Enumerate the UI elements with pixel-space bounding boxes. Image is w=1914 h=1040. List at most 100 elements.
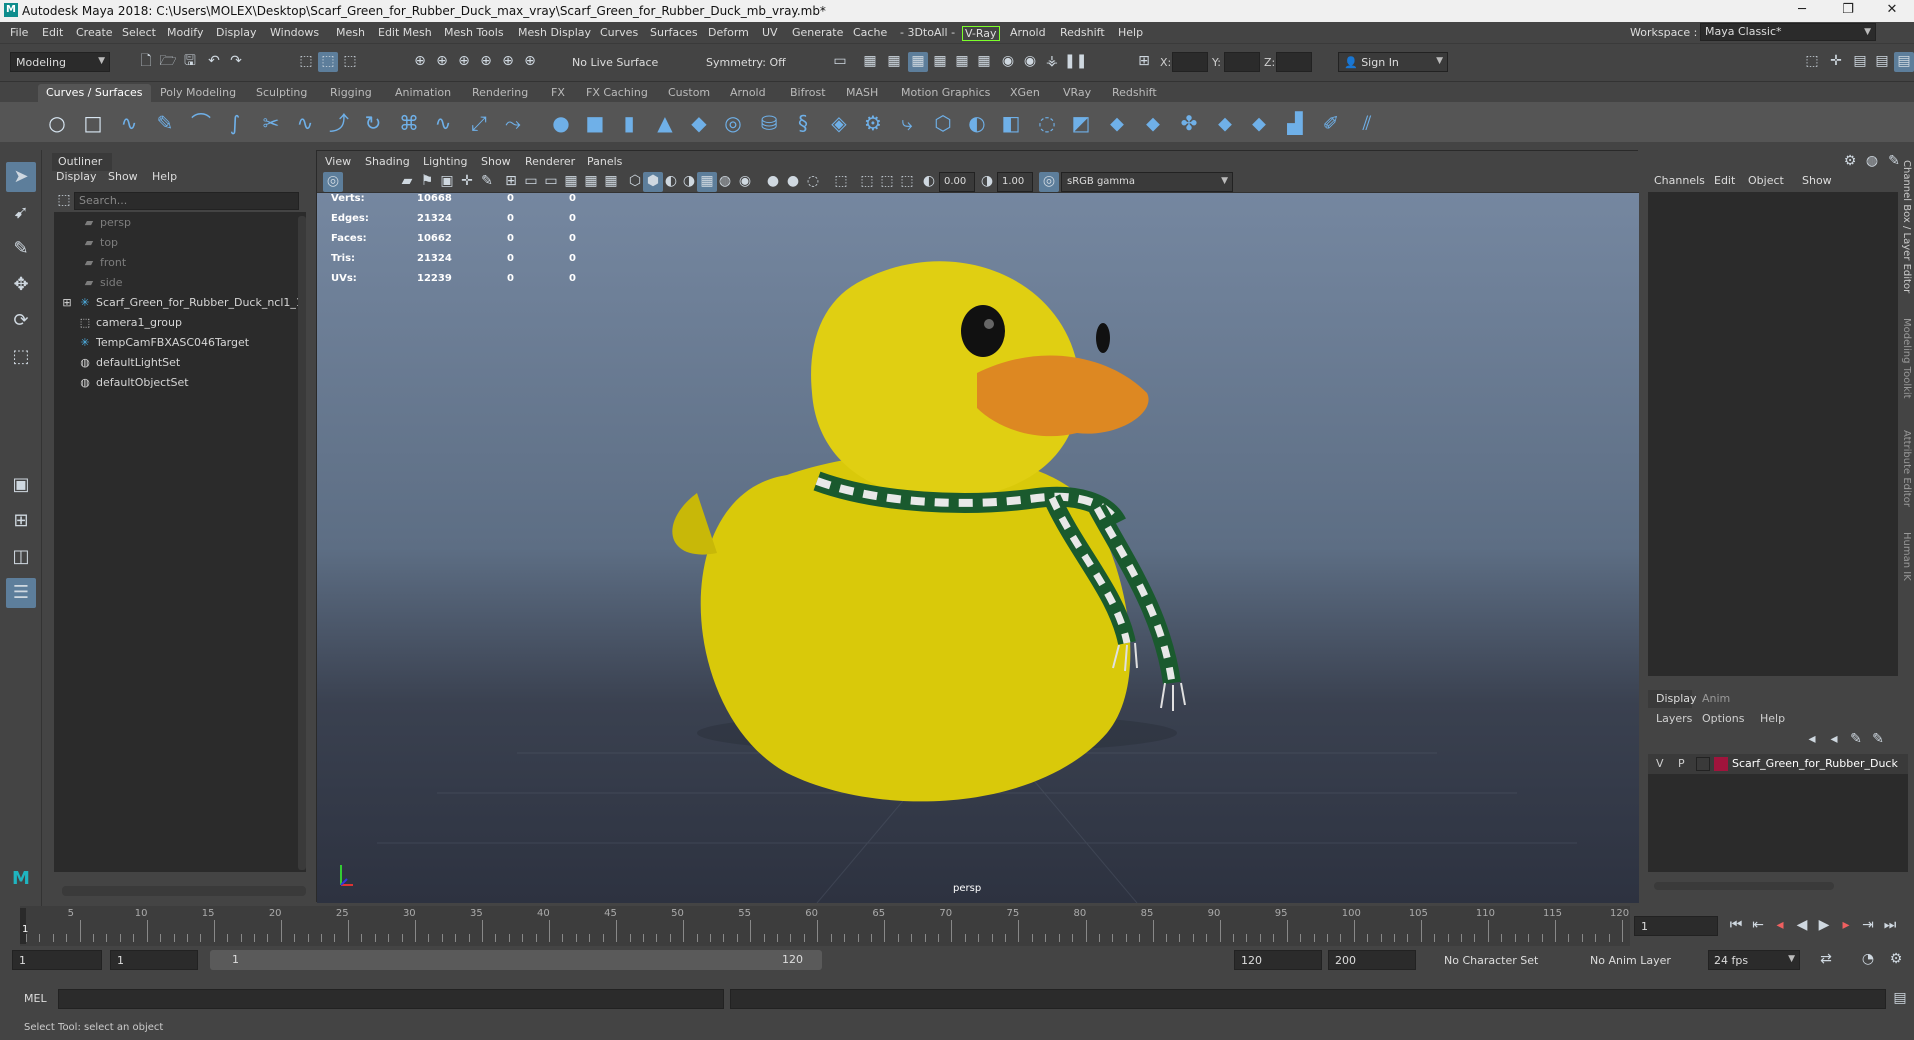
snap-vertex-icon[interactable]: ⊕ xyxy=(520,52,540,72)
anim-layer-dropdown[interactable]: No Anim Layer xyxy=(1584,950,1694,970)
menu-help[interactable]: Help xyxy=(1118,26,1143,39)
shelf-tab-redshift[interactable]: Redshift xyxy=(1104,84,1165,102)
two-d-pan-icon[interactable]: ✛ xyxy=(457,172,477,192)
outliner-layout-icon[interactable]: ☰ xyxy=(6,578,36,608)
step-back-frame-icon[interactable]: ◂ xyxy=(1770,916,1790,936)
menu-vray[interactable]: V-Ray xyxy=(962,26,1000,41)
current-frame-field[interactable]: 1 xyxy=(1634,916,1718,936)
wireframe-icon[interactable]: ⬡ xyxy=(625,172,645,192)
extrude-icon[interactable]: ⚙ xyxy=(860,110,886,136)
trim-tool-icon[interactable]: ⬥ xyxy=(1104,110,1130,136)
render-view-icon[interactable]: ▦ xyxy=(952,52,972,72)
channel-menu-channels[interactable]: Channels xyxy=(1654,174,1705,187)
arc-curve-icon[interactable]: ⌒ xyxy=(188,110,214,136)
mode-dropdown[interactable]: Modeling ▼ xyxy=(10,52,110,72)
intersect-icon[interactable]: ◌ xyxy=(1034,110,1060,136)
square-surface-icon[interactable]: ◐ xyxy=(964,110,990,136)
menu-surfaces[interactable]: Surfaces xyxy=(650,26,698,39)
ipr-icon[interactable]: ◉ xyxy=(1020,52,1040,72)
symmetry-field[interactable]: Symmetry: Off xyxy=(700,52,800,72)
layer-row[interactable]: V P Scarf_Green_for_Rubber_Duck xyxy=(1648,754,1908,774)
snap-surface-icon[interactable]: ⊕ xyxy=(498,52,518,72)
shelf-tab-rigging[interactable]: Rigging xyxy=(322,84,380,102)
screen-space-ao-icon[interactable]: ◉ xyxy=(735,172,755,192)
pencil-curve-icon[interactable]: ✎ xyxy=(152,110,178,136)
play-forwards-icon[interactable]: ▶ xyxy=(1814,916,1834,936)
extend-curve-icon[interactable]: ↻ xyxy=(360,110,386,136)
pause-icon[interactable]: ❚❚ xyxy=(1064,52,1087,72)
project-curve-icon[interactable]: ◩ xyxy=(1068,110,1094,136)
new-layer-selected-icon[interactable]: ✎ xyxy=(1868,730,1888,750)
live-surface-field[interactable]: No Live Surface xyxy=(566,52,658,72)
use-all-lights-icon[interactable]: ▦ xyxy=(697,172,717,192)
menu-curves[interactable]: Curves xyxy=(600,26,638,39)
filter-icon[interactable]: ⬚ xyxy=(54,191,74,211)
outliner-menu-display[interactable]: Display xyxy=(56,170,97,183)
character-set-dropdown[interactable]: No Character Set xyxy=(1438,950,1578,970)
outliner-item-top[interactable]: ▰ top xyxy=(82,234,118,252)
shelf-tab-motion-graphics[interactable]: Motion Graphics xyxy=(893,84,998,102)
rubber-duck-model[interactable] xyxy=(317,193,1639,903)
new-empty-layer-icon[interactable]: ✎ xyxy=(1846,730,1866,750)
motion-blur-icon[interactable]: ● xyxy=(763,172,783,192)
close-button[interactable]: ✕ xyxy=(1870,0,1914,22)
layer-menu-options[interactable]: Options xyxy=(1702,712,1744,725)
outliner-menu-help[interactable]: Help xyxy=(152,170,177,183)
range-slider-bar[interactable]: 1 120 xyxy=(210,950,822,970)
new-scene-icon[interactable]: 🗋 xyxy=(136,52,156,72)
grid-icon[interactable]: ⊞ xyxy=(501,172,521,192)
isolate-select-icon[interactable]: ⬚ xyxy=(831,172,851,192)
layer-visibility-toggle[interactable]: V xyxy=(1656,757,1664,770)
birail-icon[interactable]: ⤷ xyxy=(894,110,920,136)
xray-components-icon[interactable]: ⬚ xyxy=(897,172,917,192)
outliner-item-tempcam-target[interactable]: ✳ TempCamFBXASC046Target xyxy=(78,334,249,352)
channel-menu-show[interactable]: Show xyxy=(1802,174,1832,187)
step-forward-frame-icon[interactable]: ▸ xyxy=(1836,916,1856,936)
lasso-tool-icon[interactable]: ➹ xyxy=(6,198,36,228)
animation-preferences-icon[interactable]: ⚙ xyxy=(1886,950,1906,970)
outliner-item-front[interactable]: ▰ front xyxy=(82,254,126,272)
side-tab-modeling-toolkit[interactable]: Modeling Toolkit xyxy=(1898,318,1912,418)
ipr-render-icon[interactable]: ▦ xyxy=(884,52,904,72)
xray-joints-icon[interactable]: ⬚ xyxy=(877,172,897,192)
side-tab-human-ik[interactable]: Human IK xyxy=(1898,532,1912,592)
wireframe-on-shaded-icon[interactable]: ◐ xyxy=(661,172,681,192)
channel-box-icon[interactable]: ▤ xyxy=(1894,52,1914,72)
go-to-start-icon[interactable]: ⏮ xyxy=(1726,916,1746,936)
outliner-item-default-object-set[interactable]: ◍ defaultObjectSet xyxy=(78,374,188,392)
move-layer-up-icon[interactable]: ◂ xyxy=(1802,730,1822,750)
depth-of-field-icon[interactable]: ◌ xyxy=(803,172,823,192)
step-back-key-icon[interactable]: ⇤ xyxy=(1748,916,1768,936)
viewport-menu-lighting[interactable]: Lighting xyxy=(423,155,467,168)
layer-color-swatch[interactable] xyxy=(1714,757,1728,771)
undo-icon[interactable]: ↶ xyxy=(204,52,224,72)
grease-pencil-icon[interactable]: ✎ xyxy=(477,172,497,192)
channel-menu-edit[interactable]: Edit xyxy=(1714,174,1735,187)
channel-box-options-icon[interactable]: ⚙ xyxy=(1840,152,1860,172)
menu-modify[interactable]: Modify xyxy=(167,26,203,39)
menu-file[interactable]: File xyxy=(10,26,28,39)
smooth-shade-icon[interactable]: ⬢ xyxy=(643,172,663,192)
select-object-icon[interactable]: ⬚ xyxy=(318,52,338,72)
outliner-item-scarf[interactable]: ⊞ ✳ Scarf_Green_for_Rubber_Duck_ncl1_1 xyxy=(60,294,303,312)
shelf-tab-arnold[interactable]: Arnold xyxy=(722,84,774,102)
time-slider[interactable]: 1 5 10 15 20 25 30 35 40 45 50 55 60 65 70 75 80 85 90 95 1… xyxy=(0,906,1914,946)
fps-dropdown[interactable]: 24 fps ▼ xyxy=(1708,950,1800,970)
viewport-menu-view[interactable]: View xyxy=(325,155,351,168)
side-tab-attribute-editor[interactable]: Attribute Editor xyxy=(1898,430,1912,530)
attach-curves-icon[interactable]: ✂ xyxy=(258,110,284,136)
detach-surfaces-icon[interactable]: ⬥ xyxy=(1212,110,1238,136)
menu-select[interactable]: Select xyxy=(122,26,156,39)
nurbs-sphere-icon[interactable]: ● xyxy=(548,110,574,136)
y-field[interactable] xyxy=(1224,52,1260,72)
snap-curve-icon[interactable]: ⊕ xyxy=(432,52,452,72)
sign-in-button[interactable]: 👤 Sign In ▼ xyxy=(1338,52,1448,72)
channel-menu-object[interactable]: Object xyxy=(1748,174,1784,187)
loop-icon[interactable]: ⇄ xyxy=(1816,950,1836,970)
modeling-toolkit-icon[interactable]: ⬚ xyxy=(1802,52,1822,72)
gamma-icon[interactable]: ◑ xyxy=(977,172,997,192)
redo-icon[interactable]: ↷ xyxy=(226,52,246,72)
field-chart-icon[interactable]: ▦ xyxy=(581,172,601,192)
layer-reference-toggle[interactable] xyxy=(1696,757,1710,771)
exposure-field[interactable]: 0.00 xyxy=(939,172,975,192)
